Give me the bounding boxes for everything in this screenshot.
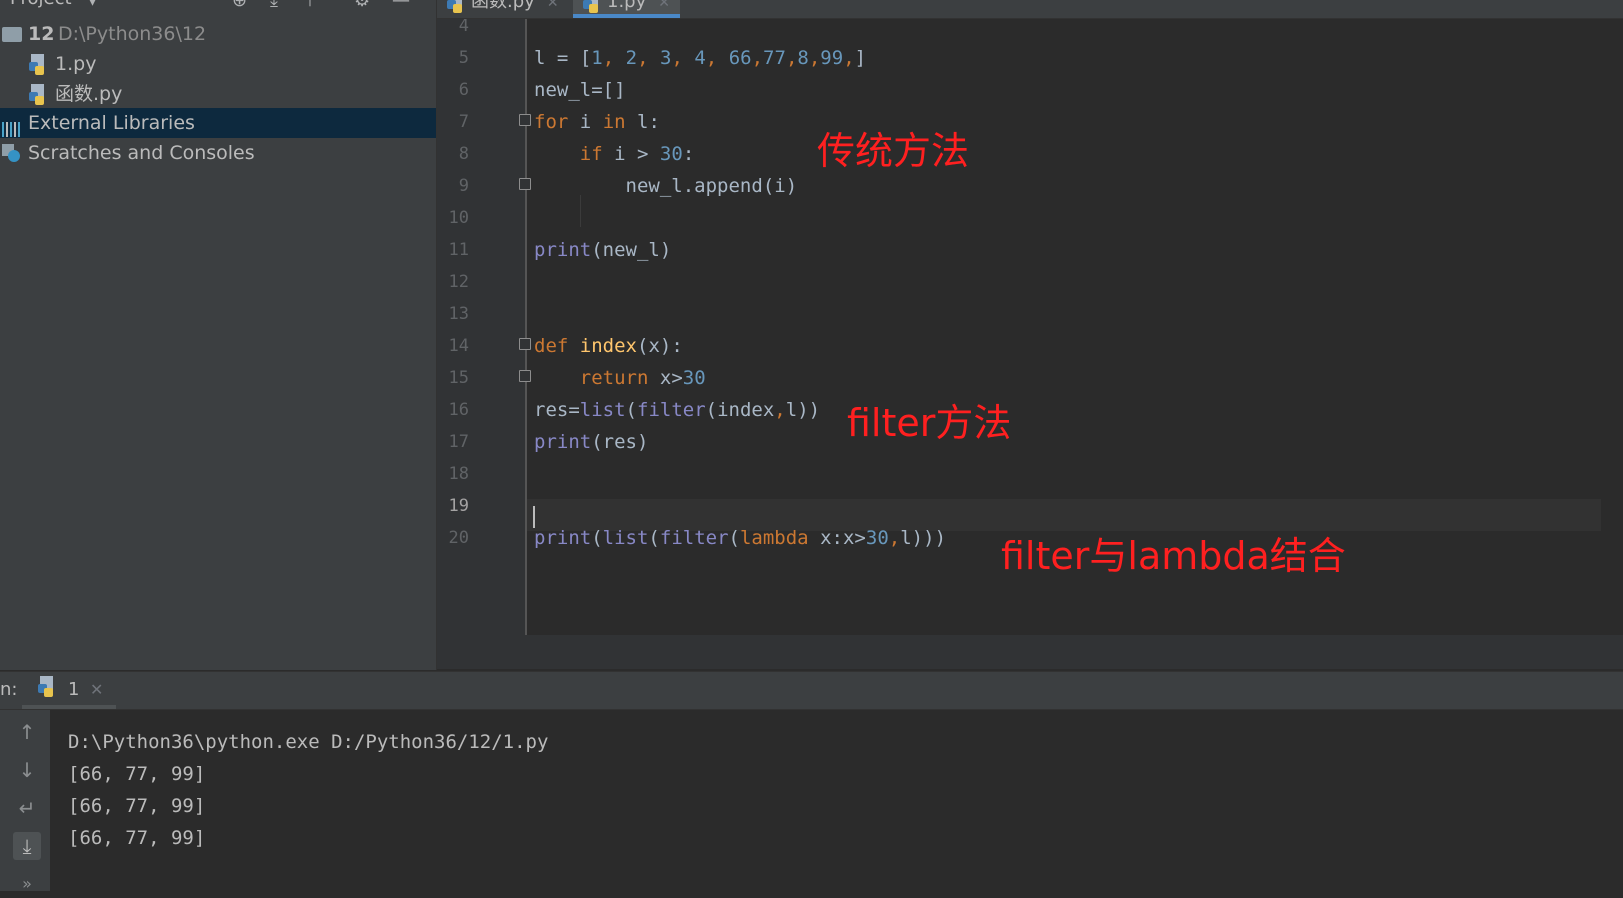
- line-number: 9: [458, 176, 469, 196]
- folder-icon: [2, 19, 22, 51]
- run-tab-label: 1: [68, 679, 80, 700]
- console-line: [66, 77, 99]: [68, 827, 206, 849]
- code-line[interactable]: print(new_l): [534, 234, 671, 266]
- collapse-all-icon[interactable]: ⤒: [306, 0, 314, 11]
- python-file-icon: [38, 676, 55, 700]
- fold-icon[interactable]: [519, 338, 531, 350]
- line-number: 17: [448, 432, 469, 452]
- line-number: 12: [448, 272, 469, 292]
- arrow-down-icon[interactable]: ↓: [13, 756, 41, 784]
- console-line: [66, 77, 99]: [68, 795, 206, 817]
- tree-item-label: External Libraries: [28, 112, 195, 134]
- line-number: 8: [458, 144, 469, 164]
- tree-item-label: 函数.py: [55, 83, 123, 105]
- code-line[interactable]: return x>30: [534, 362, 706, 394]
- annotation-traditional: 传统方法: [817, 129, 970, 173]
- project-panel: Project ▾ ⊕ ⤓ ⤒ ⚙ — 12 D:\Python36\12 1.…: [0, 0, 437, 670]
- run-panel: n: 1 ✕ ↑ ↓ ↵ ⤓ » D:\Python36\python.exe …: [0, 671, 1623, 893]
- tree-item-file[interactable]: 函数.py: [0, 79, 436, 109]
- soft-wrap-icon[interactable]: ↵: [13, 794, 41, 822]
- line-number: 15: [448, 368, 469, 388]
- python-file-icon: [29, 49, 46, 83]
- tree-item-path: D:\Python36\12: [58, 23, 207, 45]
- code-line[interactable]: l = [1, 2, 3, 4, 66,77,8,99,]: [534, 42, 866, 74]
- editor-tab-bar: 函数.py ✕ 1.py ✕: [437, 0, 1623, 19]
- run-toolbar: ↑ ↓ ↵ ⤓ »: [0, 710, 50, 893]
- code-line[interactable]: if i > 30:: [534, 138, 695, 170]
- code-line[interactable]: def index(x):: [534, 330, 683, 362]
- line-number: 5: [458, 48, 469, 68]
- scratch-icon: [2, 138, 20, 171]
- fold-icon[interactable]: [519, 370, 531, 382]
- python-file-icon: [583, 0, 600, 17]
- line-number: 18: [448, 464, 469, 484]
- annotation-filter: filter方法: [847, 401, 1012, 445]
- close-icon[interactable]: ✕: [658, 0, 670, 11]
- text-caret: [533, 506, 535, 528]
- tree-item-label: 12: [28, 23, 55, 45]
- project-header: Project ▾ ⊕ ⤓ ⤒ ⚙ —: [0, 0, 436, 12]
- tree-item-scratches[interactable]: Scratches and Consoles: [0, 138, 436, 168]
- run-header: n: 1 ✕: [0, 672, 1623, 710]
- tab-1-py[interactable]: 1.py ✕: [573, 0, 680, 18]
- scroll-to-end-icon[interactable]: ⤓: [13, 832, 41, 860]
- editor-scrollbar[interactable]: [1601, 19, 1623, 635]
- console-line: [66, 77, 99]: [68, 763, 206, 785]
- tab-label: 函数.py: [471, 0, 535, 12]
- line-number: 11: [448, 240, 469, 260]
- code-line[interactable]: print(res): [534, 426, 648, 458]
- code-line[interactable]: new_l.append(i): [534, 170, 798, 202]
- line-number: 20: [448, 528, 469, 548]
- annotation-filter-lambda: filter与lambda结合: [1001, 534, 1346, 578]
- line-number: 7: [458, 112, 469, 132]
- indent-guide: [580, 195, 581, 227]
- close-icon[interactable]: ✕: [547, 0, 559, 11]
- editor-bottom-area: [437, 635, 1623, 669]
- line-number: 16: [448, 400, 469, 420]
- arrow-up-icon[interactable]: ↑: [13, 718, 41, 746]
- tree-item-project-root[interactable]: 12 D:\Python36\12: [0, 19, 436, 49]
- gear-icon[interactable]: ⚙: [354, 0, 370, 11]
- line-number: 4: [458, 19, 469, 36]
- tree-item-file[interactable]: 1.py: [0, 49, 436, 79]
- code-line[interactable]: for i in l:: [534, 106, 660, 138]
- chevron-down-icon[interactable]: ▾: [88, 0, 97, 11]
- line-number: 10: [448, 208, 469, 228]
- console-line: D:\Python36\python.exe D:/Python36/12/1.…: [68, 731, 549, 753]
- run-label: n:: [0, 679, 18, 700]
- tree-item-external-libraries[interactable]: External Libraries: [0, 108, 436, 138]
- line-number: 6: [458, 80, 469, 100]
- python-file-icon: [447, 0, 464, 17]
- tree-item-label: Scratches and Consoles: [28, 142, 255, 164]
- code-editor[interactable]: 4 5 6 7 8 9 10 11 12 13 14 15 16 17 18 19 20 l = [1, 2, …: [437, 19, 1623, 669]
- code-line[interactable]: print(list(filter(lambda x:x>30,l))): [534, 522, 946, 554]
- close-icon[interactable]: ✕: [90, 680, 103, 699]
- fold-icon[interactable]: [519, 178, 531, 190]
- gutter-separator: [525, 19, 527, 635]
- project-title[interactable]: Project: [10, 0, 72, 9]
- code-line[interactable]: new_l=[]: [534, 74, 626, 106]
- locate-icon[interactable]: ⊕: [232, 0, 247, 11]
- line-number: 14: [448, 336, 469, 356]
- tree-item-label: 1.py: [55, 53, 97, 75]
- line-number: 13: [448, 304, 469, 324]
- run-tab[interactable]: 1 ✕: [22, 672, 116, 709]
- code-line[interactable]: res=list(filter(index,l)): [534, 394, 820, 426]
- fold-icon[interactable]: [519, 114, 531, 126]
- hide-icon[interactable]: —: [392, 0, 410, 11]
- more-icon[interactable]: »: [13, 870, 41, 898]
- expand-all-icon[interactable]: ⤓: [270, 0, 278, 11]
- tab-functions-py[interactable]: 函数.py ✕: [437, 0, 569, 18]
- line-number: 19: [448, 496, 469, 516]
- tab-label: 1.py: [607, 0, 647, 12]
